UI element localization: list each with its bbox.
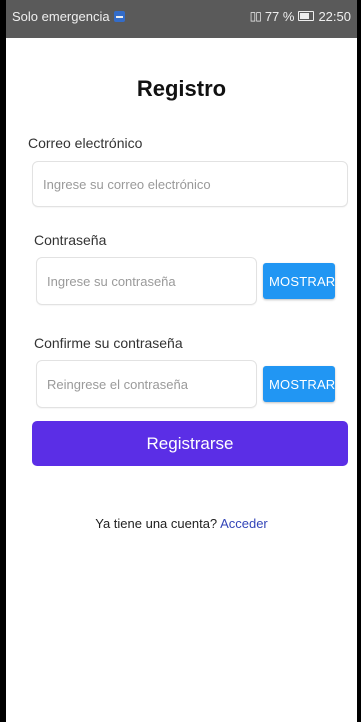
email-label: Correo electrónico: [28, 135, 143, 151]
status-right: ▯▯ 77 % 22:50: [250, 9, 351, 24]
show-confirm-password-button[interactable]: MOSTRAR: [263, 366, 335, 402]
confirm-password-label: Confirme su contraseña: [34, 335, 183, 351]
password-field-box: [36, 257, 257, 305]
status-left: Solo emergencia: [12, 9, 125, 24]
confirm-password-field[interactable]: [37, 361, 256, 407]
signin-link[interactable]: Acceder: [220, 516, 268, 531]
signin-prompt: Ya tiene una cuenta?: [95, 516, 218, 531]
email-field-box: [32, 161, 348, 207]
battery-icon: [298, 11, 315, 21]
sim-icon: [113, 10, 125, 22]
signin-row: Ya tiene una cuenta? Acceder: [6, 516, 357, 531]
phone-frame: Solo emergencia ▯▯ 77 % 22:50 Registro C…: [0, 0, 361, 722]
carrier-text: Solo emergencia: [12, 8, 110, 24]
password-field[interactable]: [37, 258, 256, 304]
confirm-password-field-box: [36, 360, 257, 408]
register-screen: Registro Correo electrónico Contraseña M…: [6, 38, 357, 722]
vibrate-icon: ▯▯: [249, 9, 262, 23]
page-title: Registro: [136, 76, 227, 101]
show-password-button[interactable]: MOSTRAR: [263, 263, 335, 299]
status-bar: Solo emergencia ▯▯ 77 % 22:50: [6, 0, 357, 38]
password-label: Contraseña: [34, 232, 107, 248]
battery-percent: 77 %: [264, 8, 295, 24]
clock: 22:50: [318, 8, 351, 24]
register-button[interactable]: Registrarse: [32, 421, 348, 466]
email-field[interactable]: [33, 162, 347, 206]
